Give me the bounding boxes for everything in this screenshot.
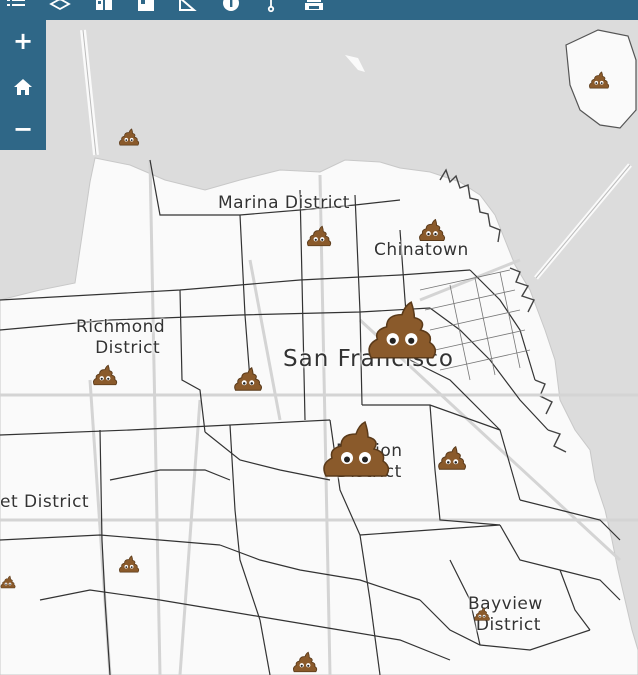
measure-icon[interactable] <box>175 0 199 16</box>
label-marina-district: Marina District <box>218 193 350 213</box>
basemap-icon[interactable] <box>92 0 116 16</box>
layers-icon[interactable] <box>48 0 72 16</box>
label-richmond-line2: District <box>95 338 161 358</box>
label-richmond-line1: Richmond <box>76 317 166 337</box>
poop-emoji-icon[interactable] <box>233 366 263 396</box>
poop-emoji-icon[interactable] <box>306 225 332 251</box>
home-button[interactable] <box>0 68 46 106</box>
poop-emoji-icon[interactable] <box>92 364 118 390</box>
poop-emoji-icon[interactable] <box>118 128 140 150</box>
map-view[interactable]: Marina District Chinatown Richmond Distr… <box>0 20 638 675</box>
poop-emoji-icon[interactable] <box>365 298 439 366</box>
zoom-in-button[interactable]: + <box>0 22 46 60</box>
print-icon[interactable] <box>302 0 326 16</box>
poop-emoji-icon[interactable] <box>588 71 610 93</box>
poop-emoji-icon[interactable] <box>473 606 491 625</box>
info-icon[interactable] <box>219 0 243 16</box>
label-sunset-district: et District <box>0 492 90 512</box>
label-richmond-district: Richmond District <box>76 317 165 359</box>
poop-emoji-icon[interactable] <box>437 445 467 475</box>
top-toolbar <box>0 0 638 20</box>
list-icon[interactable] <box>4 0 28 16</box>
legend-icon[interactable] <box>134 0 158 16</box>
zoom-out-button[interactable]: − <box>0 110 46 148</box>
map-app: Marina District Chinatown Richmond Distr… <box>0 0 638 675</box>
poop-emoji-icon[interactable] <box>292 651 318 675</box>
poop-emoji-icon[interactable] <box>320 415 392 487</box>
home-icon <box>14 79 32 95</box>
poop-emoji-icon[interactable] <box>418 218 446 246</box>
poop-emoji-icon[interactable] <box>0 573 16 595</box>
poop-emoji-icon[interactable] <box>118 555 140 577</box>
share-icon[interactable] <box>259 0 283 16</box>
zoom-control: + − <box>0 20 46 150</box>
